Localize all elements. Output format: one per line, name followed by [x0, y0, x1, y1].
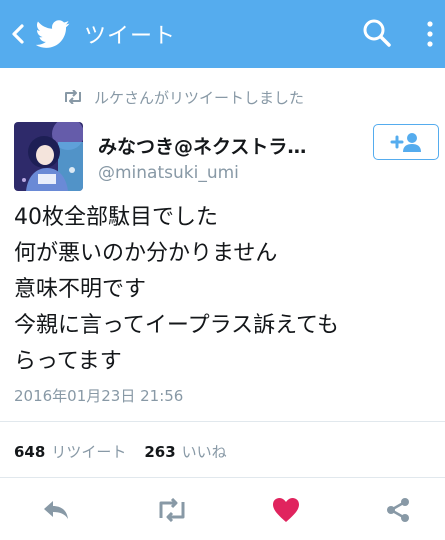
- back-chevron-icon[interactable]: [4, 18, 32, 50]
- author-handle[interactable]: @minatsuki_umi: [98, 163, 239, 183]
- follow-user-icon: [390, 133, 421, 152]
- tweet-action-bar: [0, 489, 445, 531]
- retweet-count-label[interactable]: リツイート: [51, 441, 126, 462]
- page-title: ツイート: [84, 24, 177, 49]
- tweet-timestamp: 2016年01月23日 21:56: [14, 387, 184, 405]
- retweet-icon: [65, 90, 81, 104]
- tweet-line: らってます: [14, 349, 122, 374]
- share-icon: [387, 498, 409, 522]
- tweet-line: 今親に言ってイープラス訴えても: [14, 313, 339, 338]
- divider: [0, 421, 445, 422]
- tweet-stats: 648 リツイート 263 いいね: [14, 441, 245, 462]
- heart-icon: [273, 498, 299, 522]
- tweet-text: 40枚全部駄目でした 何が悪いのか分かりません 意味不明です 今親に言ってイープ…: [14, 200, 434, 380]
- author-display-name[interactable]: みなつき@ネクストラ…: [98, 132, 306, 159]
- overflow-menu-icon[interactable]: [420, 15, 440, 53]
- like-button[interactable]: [264, 489, 308, 531]
- tweet-line: 意味不明です: [14, 277, 147, 302]
- retweet-button[interactable]: [150, 489, 194, 531]
- tweet-line: 40枚全部駄目でした: [14, 205, 218, 230]
- retweet-context: ルケさんがリツイートしました: [62, 86, 304, 108]
- follow-button[interactable]: [373, 124, 439, 160]
- retweet-icon: [159, 498, 185, 522]
- divider: [0, 477, 445, 478]
- twitter-bird-icon: [35, 17, 70, 51]
- like-count-label[interactable]: いいね: [182, 441, 227, 462]
- retweet-count[interactable]: 648: [14, 443, 45, 461]
- share-button[interactable]: [376, 489, 420, 531]
- retweet-context-text: ルケさんがリツイートしました: [94, 88, 305, 107]
- tweet-line: 何が悪いのか分かりません: [14, 241, 278, 266]
- reply-button[interactable]: [34, 489, 78, 531]
- top-app-bar: ツイート: [0, 0, 445, 68]
- like-count[interactable]: 263: [144, 443, 175, 461]
- avatar[interactable]: [14, 122, 83, 191]
- reply-icon: [44, 501, 68, 519]
- search-icon[interactable]: [360, 16, 394, 50]
